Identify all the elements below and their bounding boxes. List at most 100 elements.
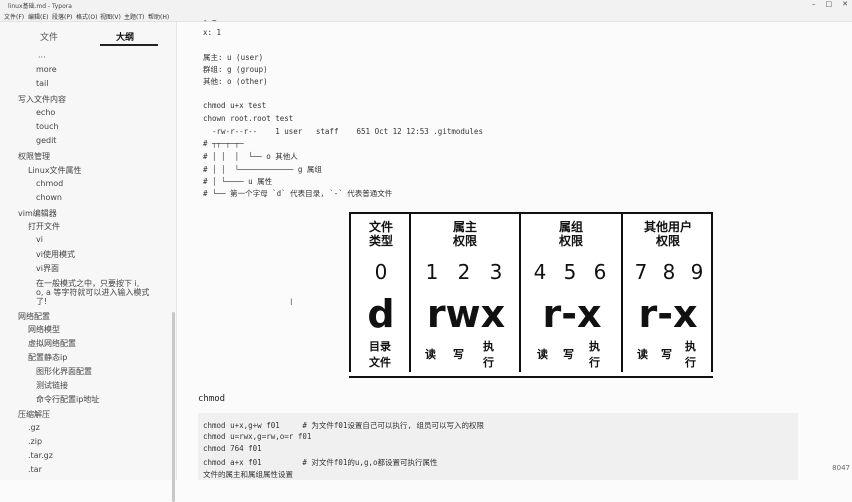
outline-item[interactable]: 图形化界面配置 [36, 366, 92, 377]
outline-item[interactable]: 网络模型 [28, 324, 60, 335]
outline-item[interactable]: vi使用模式 [36, 249, 75, 260]
owner-perm-header: 属主 权限 [452, 220, 477, 248]
outline-item[interactable]: 虚拟网络配置 [28, 338, 76, 349]
group-num-3: 6 [593, 260, 607, 284]
code-line: chmod u=rwx,g=rw,o=r f01 [203, 432, 312, 441]
code-line: chmod u+x test [203, 101, 267, 110]
permission-figure: 文件 类型 0 d 目录 文件 属主 权限 1 2 3 rwx 读 写 执行 属组 权限… [349, 212, 713, 378]
code-line: chmod 764 f01 [203, 444, 262, 453]
owner-num-2: 2 [457, 260, 471, 284]
outline-item[interactable]: 打开文件 [28, 221, 60, 232]
close-icon[interactable]: ✕ [842, 0, 848, 8]
section-heading: chmod [198, 394, 226, 404]
outline-item[interactable]: .zip [28, 437, 42, 446]
owner-read: 读 [425, 348, 436, 361]
outline-item[interactable]: touch [36, 122, 59, 131]
file-type-number: 0 [374, 260, 388, 284]
menu-paragraph[interactable]: 段落(P) [52, 12, 72, 21]
column-divider [349, 214, 351, 372]
menu-theme[interactable]: 主题(T) [124, 12, 144, 21]
outline-item[interactable]: chown [36, 193, 62, 202]
other-read: 读 [637, 348, 648, 361]
outline-item[interactable]: 测试链接 [36, 380, 68, 391]
outline-item[interactable]: 写入文件内容 [18, 94, 66, 105]
sidebar-scrollbar[interactable] [172, 312, 175, 502]
code-line: 群组: g (group) [203, 65, 268, 74]
tab-outline[interactable]: 大纲 [116, 30, 134, 43]
code-line: x: 1 [203, 28, 222, 37]
menu-format[interactable]: 格式(O) [76, 12, 97, 21]
group-exec: 执行 [589, 340, 600, 369]
window-title: linux基础.md - Typora [8, 3, 72, 10]
menu-edit[interactable]: 编辑(E) [28, 12, 48, 21]
outline-item[interactable]: o, a 等字符就可以进入输入模式 [36, 287, 149, 298]
column-divider [409, 214, 411, 372]
outline-item[interactable]: echo [36, 108, 55, 117]
outline-item[interactable]: 命令行配置ip地址 [36, 394, 99, 405]
tree-line: # │ │ │ └── o 其他人 [203, 152, 298, 161]
group-num-2: 5 [563, 260, 577, 284]
outline-item[interactable]: vi界面 [36, 263, 59, 274]
outline-item[interactable]: 权限管理 [18, 151, 50, 162]
tree-line: -rw-r--r-- 1 user staff 651 Oct 12 12:53… [203, 127, 483, 136]
tree-line: # │ │ └──────────── g 属组 [203, 165, 322, 174]
outline-item[interactable]: ··· [38, 53, 46, 62]
outline-item[interactable]: 压缩解压 [18, 409, 50, 420]
tab-files[interactable]: 文件 [40, 30, 58, 43]
column-divider [519, 214, 521, 372]
other-exec: 执行 [685, 340, 696, 369]
outline-item[interactable]: 配置静态ip [28, 352, 67, 363]
code-line: chmod a+x f01 # 对文件f01的u,g,o都设置可执行属性 [203, 458, 438, 467]
code-line: 属主: u (user) [203, 53, 264, 62]
tab-underline [100, 44, 158, 46]
code-line: chmod u+x,g+w f01 # 为文件f01设置自己可以执行, 组员可以… [203, 421, 484, 430]
file-type-header: 文件 类型 [368, 220, 393, 248]
outline-item[interactable]: gedit [36, 136, 56, 145]
group-perm-chars: r-x [542, 292, 602, 336]
maximize-icon[interactable]: □ [826, 0, 833, 8]
outline-item[interactable]: .gz [28, 423, 40, 432]
file-type-char: d [367, 292, 395, 336]
tree-line: # └── 第一个字母 `d` 代表目录, `-` 代表普通文件 [203, 189, 393, 198]
owner-exec: 执行 [483, 340, 494, 369]
group-read: 读 [537, 348, 548, 361]
other-write: 写 [661, 348, 672, 361]
word-count: 8047 [832, 464, 850, 472]
owner-write: 写 [453, 348, 464, 361]
minimize-icon[interactable]: – [812, 0, 816, 8]
other-num-1: 7 [634, 260, 648, 284]
outline-item[interactable]: vi [36, 235, 43, 244]
owner-num-3: 3 [489, 260, 503, 284]
other-perm-header: 其他用户 权限 [643, 220, 692, 248]
menu-view[interactable]: 视图(V) [100, 12, 121, 21]
code-line: 其他: o (other) [203, 77, 268, 86]
menu-help[interactable]: 帮助(H) [148, 12, 169, 21]
column-divider [711, 214, 713, 372]
other-num-3: 9 [690, 260, 704, 284]
file-type-label: 目录 文件 [369, 340, 391, 369]
menu-bar: 文件(F) 编辑(E) 段落(P) 格式(O) 视图(V) 主题(T) 帮助(H… [0, 10, 852, 22]
outline-item[interactable]: 了! [36, 296, 47, 307]
menu-file[interactable]: 文件(F) [4, 12, 24, 21]
group-perm-header: 属组 权限 [558, 220, 583, 248]
owner-perm-chars: rwx [426, 292, 506, 336]
outline-item[interactable]: more [36, 65, 57, 74]
outline-item[interactable]: Linux文件属性 [28, 165, 82, 176]
column-divider [621, 214, 623, 372]
tree-line: # │ └──── u 属性 [203, 177, 273, 186]
owner-num-1: 1 [425, 260, 439, 284]
mouse-cursor-icon: I [290, 298, 293, 308]
outline-item[interactable]: .tar.gz [28, 451, 53, 460]
title-bar: linux基础.md - Typora – □ ✕ [0, 0, 852, 10]
code-line: chown root.root test [203, 114, 294, 123]
code-line: - ~ [203, 16, 217, 25]
outline-item[interactable]: tail [36, 79, 48, 88]
outline-item[interactable]: .tar [28, 465, 42, 474]
outline-item[interactable]: 网络配置 [18, 311, 50, 322]
window-controls: – □ ✕ [812, 0, 848, 8]
outline-item[interactable]: chmod [36, 179, 63, 188]
group-write: 写 [563, 348, 574, 361]
other-perm-chars: r-x [638, 292, 698, 336]
outline-item[interactable]: vim编辑器 [18, 208, 57, 219]
group-num-1: 4 [533, 260, 547, 284]
